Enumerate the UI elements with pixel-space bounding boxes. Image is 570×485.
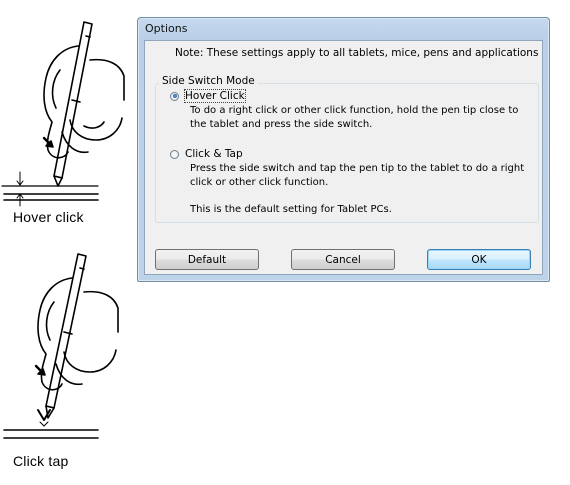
hover-click-radio[interactable] [170, 91, 179, 101]
group-label: Side Switch Mode [159, 75, 258, 87]
click-tap-label: Click tap [13, 453, 69, 469]
dialog-client-area: Note: These settings apply to all tablet… [144, 40, 543, 275]
hover-click-option[interactable]: Hover Click [170, 89, 246, 103]
pen-hover-icon [1, 21, 125, 207]
click-tap-option[interactable]: Click & Tap [170, 148, 243, 160]
window-title: Options [145, 22, 188, 35]
click-tap-radio-label[interactable]: Click & Tap [185, 148, 243, 160]
ok-button[interactable]: OK [427, 249, 531, 270]
click-tap-illustration: Click tap [0, 240, 130, 485]
hover-click-radio-label[interactable]: Hover Click [184, 89, 246, 103]
hover-click-label: Hover click [13, 209, 84, 225]
default-button[interactable]: Default [155, 249, 259, 270]
hover-click-description: To do a right click or other click funct… [190, 105, 519, 130]
title-bar[interactable]: Options [138, 18, 549, 40]
pen-tap-icon [3, 253, 119, 439]
options-dialog: Options Note: These settings apply to al… [137, 17, 550, 282]
click-tap-radio[interactable] [170, 149, 179, 159]
click-tap-description: Press the side switch and tap the pen ti… [190, 163, 525, 188]
settings-note: Note: These settings apply to all tablet… [175, 47, 539, 59]
hover-click-illustration: Hover click [0, 0, 130, 230]
tablet-pc-default-note: This is the default setting for Tablet P… [190, 204, 392, 215]
cancel-button[interactable]: Cancel [291, 249, 395, 270]
